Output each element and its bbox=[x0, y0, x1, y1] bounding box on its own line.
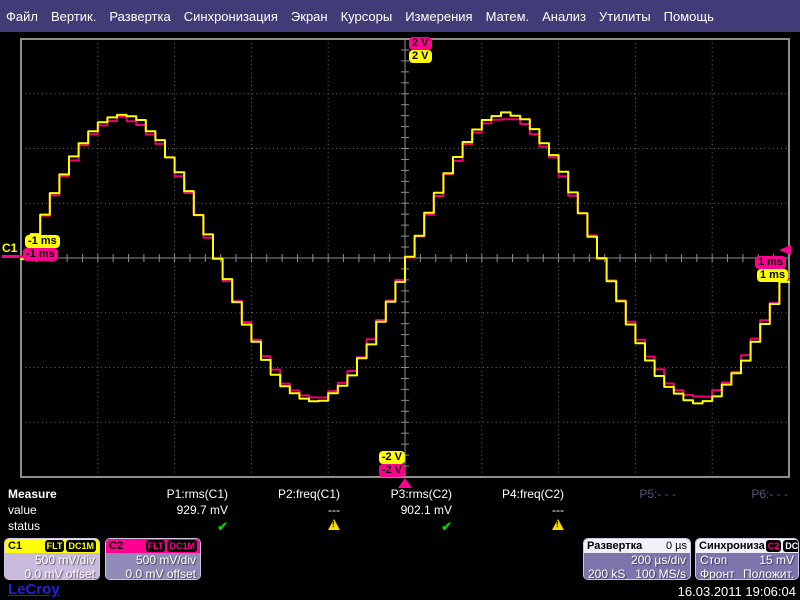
channel-c2-descriptor[interactable]: C2 FLT DC1M 500 mV/div 0.0 mV offset bbox=[105, 538, 201, 580]
oscilloscope-screen: Файл Вертик. Развертка Синхронизация Экр… bbox=[0, 0, 800, 600]
timebase-title: Развертка bbox=[587, 540, 642, 552]
trigger-level-marker-icon[interactable] bbox=[779, 245, 791, 255]
measure-p6-label[interactable]: P6:- - - bbox=[678, 487, 790, 503]
c2-filter-badge: FLT bbox=[146, 540, 166, 552]
c1-offset: 0.0 mV offset bbox=[5, 567, 99, 580]
trigger-coupling-badge: DC bbox=[783, 540, 799, 552]
c1-scale: 500 mV/div bbox=[5, 553, 99, 567]
c2-zero-level-marker[interactable] bbox=[2, 255, 19, 258]
measure-p5-value bbox=[566, 503, 678, 519]
measure-value-row-label: value bbox=[8, 503, 118, 519]
c2-right-time-chip: 1 ms bbox=[755, 256, 786, 269]
c2-label: C2 bbox=[109, 540, 123, 552]
measure-p3-label[interactable]: P3:rms(C2) bbox=[342, 487, 454, 503]
waveform-plot bbox=[0, 0, 800, 490]
c2-scale: 500 mV/div bbox=[106, 553, 200, 567]
measure-p4-value: --- bbox=[454, 503, 566, 519]
c1-top-range-chip: 2 V bbox=[409, 50, 432, 63]
trigger-source-badge: C2 bbox=[766, 540, 782, 552]
measure-p4-status-icon bbox=[454, 519, 566, 536]
trigger-slope: Положит. bbox=[743, 567, 794, 580]
timebase-descriptor[interactable]: Развертка 0 µs 200 µs/div 200 kS 100 MS/… bbox=[583, 538, 691, 580]
measure-p1-value: 929.7 mV bbox=[118, 503, 230, 519]
measure-p3-status-icon: ✔ bbox=[342, 519, 454, 536]
measure-p1-status-icon: ✔ bbox=[118, 519, 230, 536]
trigger-mode: Стоп bbox=[700, 553, 727, 567]
c1-right-time-chip: 1 ms bbox=[757, 269, 788, 282]
trigger-level: 15 mV bbox=[759, 553, 794, 567]
c2-top-range-chip: 2 V bbox=[409, 37, 432, 50]
measure-p6-status-icon bbox=[678, 519, 790, 536]
trigger-descriptor[interactable]: Синхрониза C2 DC Стоп 15 mV Фронт Положи… bbox=[695, 538, 799, 580]
channel-c1-descriptor[interactable]: C1 FLT DC1M 500 mV/div 0.0 mV offset bbox=[4, 538, 100, 580]
measure-p6-value bbox=[678, 503, 790, 519]
measure-p3-value: 902.1 mV bbox=[342, 503, 454, 519]
c2-coupling-badge: DC1M bbox=[167, 540, 197, 552]
c2-bottom-range-chip: -2 V bbox=[379, 464, 405, 477]
c1-zero-level-marker[interactable]: C1 bbox=[2, 241, 17, 255]
c1-label: C1 bbox=[8, 540, 22, 552]
measure-panel: Measure P1:rms(C1) P2:freq(C1) P3:rms(C2… bbox=[0, 487, 800, 537]
trigger-time-marker-icon[interactable] bbox=[398, 478, 412, 488]
measure-p2-value: --- bbox=[230, 503, 342, 519]
trigger-slope-label: Фронт bbox=[700, 567, 735, 580]
c2-left-time-chip: -1 ms bbox=[23, 248, 58, 261]
measure-p5-status-icon bbox=[566, 519, 678, 536]
trigger-title: Синхрониза bbox=[699, 540, 765, 552]
datetime-display: 16.03.2011 19:06:04 bbox=[678, 584, 796, 599]
measure-p5-label[interactable]: P5:- - - bbox=[566, 487, 678, 503]
measure-p1-label[interactable]: P1:rms(C1) bbox=[118, 487, 230, 503]
timebase-scale: 200 µs/div bbox=[584, 553, 690, 567]
c2-offset: 0.0 mV offset bbox=[106, 567, 200, 580]
timebase-sample-rate: 100 MS/s bbox=[635, 567, 686, 580]
measure-status-row-label: status bbox=[8, 519, 118, 536]
c1-left-time-chip: -1 ms bbox=[25, 235, 60, 248]
c1-filter-badge: FLT bbox=[45, 540, 65, 552]
lecroy-logo: LeCroy bbox=[8, 581, 60, 598]
measure-p2-label[interactable]: P2:freq(C1) bbox=[230, 487, 342, 503]
measure-p2-status-icon bbox=[230, 519, 342, 536]
timebase-delay: 0 µs bbox=[666, 540, 687, 552]
measure-title: Measure bbox=[8, 487, 118, 503]
timebase-samples: 200 kS bbox=[588, 567, 625, 580]
c1-coupling-badge: DC1M bbox=[66, 540, 96, 552]
measure-p4-label[interactable]: P4:freq(C2) bbox=[454, 487, 566, 503]
c1-bottom-range-chip: -2 V bbox=[379, 451, 405, 464]
